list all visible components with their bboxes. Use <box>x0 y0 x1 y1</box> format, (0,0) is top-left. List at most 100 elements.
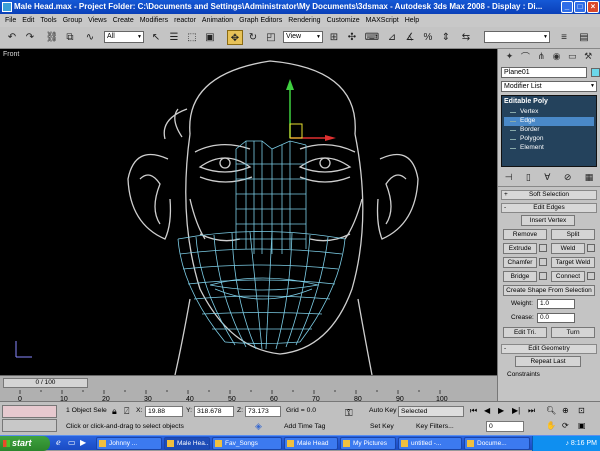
undo-icon[interactable]: ↶ <box>4 30 20 45</box>
task-male-head[interactable]: Male Head <box>284 437 338 450</box>
remove-modifier-icon[interactable]: ⊘ <box>564 172 572 183</box>
add-time-tag-button[interactable]: Add Time Tag <box>284 423 325 430</box>
unlink-icon[interactable]: ⧉ <box>62 30 78 45</box>
next-frame-icon[interactable]: ▶| <box>512 406 520 415</box>
modifier-list-dropdown[interactable]: Modifier List <box>501 81 597 92</box>
previous-frame-icon[interactable]: ◀ <box>484 406 490 415</box>
select-by-name-icon[interactable]: ☰ <box>166 30 182 45</box>
scale-icon[interactable]: ◰ <box>263 30 279 45</box>
maximize-button[interactable]: □ <box>574 1 586 13</box>
menu-maxscript[interactable]: MAXScript <box>363 17 402 24</box>
named-selection-dropdown[interactable] <box>484 31 550 43</box>
current-frame-field[interactable]: 0 <box>486 421 524 432</box>
insert-vertex-button[interactable]: Insert Vertex <box>521 215 575 226</box>
task-document[interactable]: Docume... <box>464 437 530 450</box>
lock-icon[interactable]: 🔒︎ <box>112 406 117 417</box>
stack-item-polygon[interactable]: Polygon <box>504 135 594 144</box>
create-shape-button[interactable]: Create Shape From Selection <box>503 285 595 296</box>
menu-tools[interactable]: Tools <box>37 17 59 24</box>
maxscript-listener-mini[interactable] <box>2 405 57 418</box>
viewport-label[interactable]: Front <box>3 51 19 58</box>
edit-geometry-rollout[interactable]: Edit Geometry <box>501 344 597 354</box>
edit-edges-rollout[interactable]: Edit Edges <box>501 203 597 213</box>
task-my-pictures[interactable]: My Pictures <box>340 437 396 450</box>
x-coordinate-field[interactable]: 19.88 <box>145 406 183 417</box>
hierarchy-tab-icon[interactable]: ⋔ <box>537 51 545 62</box>
weight-spinner[interactable]: 1.0 <box>537 299 575 309</box>
z-coordinate-field[interactable]: 73.173 <box>245 406 281 417</box>
menu-group[interactable]: Group <box>60 17 85 24</box>
link-icon[interactable]: ⛓ <box>44 30 60 45</box>
chamfer-settings-icon[interactable] <box>539 258 547 266</box>
zoom-extents-icon[interactable]: ⊡ <box>578 406 585 415</box>
start-button[interactable]: start <box>0 436 50 451</box>
mirror-icon[interactable]: ⇆ <box>458 30 474 45</box>
menu-reactor[interactable]: reactor <box>171 17 199 24</box>
weld-button[interactable]: Weld <box>551 243 585 254</box>
task-fav-songs[interactable]: Fav_Songs <box>212 437 282 450</box>
object-name-field[interactable]: Plane01 <box>501 67 587 78</box>
target-weld-button[interactable]: Target Weld <box>551 257 595 268</box>
pin-stack-icon[interactable]: ⊣ <box>505 172 513 183</box>
pan-icon[interactable]: ✋ <box>546 421 556 430</box>
soft-selection-rollout[interactable]: Soft Selection <box>501 190 597 200</box>
set-key-button[interactable]: Set Key <box>370 423 394 430</box>
menu-graph-editors[interactable]: Graph Editors <box>236 17 285 24</box>
snap-toggle-icon[interactable]: ⊿ <box>384 30 400 45</box>
stack-item-element[interactable]: Element <box>504 144 594 153</box>
connect-settings-icon[interactable] <box>587 272 595 280</box>
go-to-end-icon[interactable]: ⏭ <box>528 406 535 416</box>
rotate-icon[interactable]: ↻ <box>245 30 261 45</box>
absolute-mode-icon[interactable]: ⍁ <box>124 406 129 417</box>
redo-icon[interactable]: ↷ <box>22 30 38 45</box>
window-crossing-icon[interactable]: ▣ <box>202 30 218 45</box>
menu-edit[interactable]: Edit <box>19 17 37 24</box>
menu-help[interactable]: Help <box>402 17 422 24</box>
select-object-icon[interactable]: ↖ <box>148 30 164 45</box>
show-end-result-icon[interactable]: ▯ <box>526 172 531 183</box>
angle-snap-icon[interactable]: ∡ <box>402 30 418 45</box>
auto-key-button[interactable]: Auto Key <box>369 407 397 414</box>
repeat-last-button[interactable]: Repeat Last <box>515 356 581 367</box>
bridge-settings-icon[interactable] <box>539 272 547 280</box>
menu-animation[interactable]: Animation <box>199 17 236 24</box>
task-male-head-max[interactable]: Male Hea... <box>164 437 210 450</box>
play-icon[interactable]: ▶ <box>498 406 504 415</box>
align-icon[interactable]: ≡ <box>556 30 572 45</box>
move-icon[interactable]: ✥ <box>227 30 243 45</box>
menu-views[interactable]: Views <box>85 17 110 24</box>
task-johnny[interactable]: Johnny ... <box>96 437 162 450</box>
extrude-settings-icon[interactable] <box>539 244 547 252</box>
display-tab-icon[interactable]: ▭ <box>568 51 577 62</box>
quick-launch-ie-icon[interactable]: ℯ <box>56 438 61 447</box>
zoom-all-icon[interactable]: ⊕ <box>562 406 569 415</box>
crease-spinner[interactable]: 0.0 <box>537 313 575 323</box>
maxscript-listener-mini-2[interactable] <box>2 419 57 432</box>
key-icon[interactable]: ⚿ <box>345 408 353 419</box>
configure-modifier-sets-icon[interactable]: ▦ <box>585 172 594 183</box>
create-tab-icon[interactable]: ✦ <box>506 51 514 62</box>
menu-file[interactable]: File <box>2 17 19 24</box>
quick-launch-desktop-icon[interactable]: ▭ <box>68 438 76 447</box>
front-viewport[interactable]: Front <box>0 49 497 375</box>
turn-button[interactable]: Turn <box>551 327 595 338</box>
weld-settings-icon[interactable] <box>587 244 595 252</box>
close-button[interactable]: × <box>587 1 599 13</box>
time-slider[interactable]: 0 / 100 <box>3 378 88 388</box>
bridge-button[interactable]: Bridge <box>503 271 537 282</box>
key-filters-button[interactable]: Key Filters... <box>416 423 454 430</box>
select-manipulate-icon[interactable]: ✣ <box>344 30 360 45</box>
stack-item-border[interactable]: Border <box>504 126 594 135</box>
split-button[interactable]: Split <box>551 229 595 240</box>
zoom-icon[interactable]: 🔍︎ <box>546 406 556 415</box>
menu-create[interactable]: Create <box>110 17 137 24</box>
selected-set-dropdown[interactable]: Selected <box>398 406 464 417</box>
layer-manager-icon[interactable]: ▤ <box>576 30 592 45</box>
bind-space-warp-icon[interactable]: ∿ <box>82 30 98 45</box>
chamfer-button[interactable]: Chamfer <box>503 257 537 268</box>
app-icon[interactable] <box>2 2 12 12</box>
minimize-button[interactable]: _ <box>561 1 573 13</box>
quick-launch-player-icon[interactable]: ▶ <box>80 438 86 447</box>
extrude-button[interactable]: Extrude <box>503 243 537 254</box>
stack-item-vertex[interactable]: Vertex <box>504 108 594 117</box>
